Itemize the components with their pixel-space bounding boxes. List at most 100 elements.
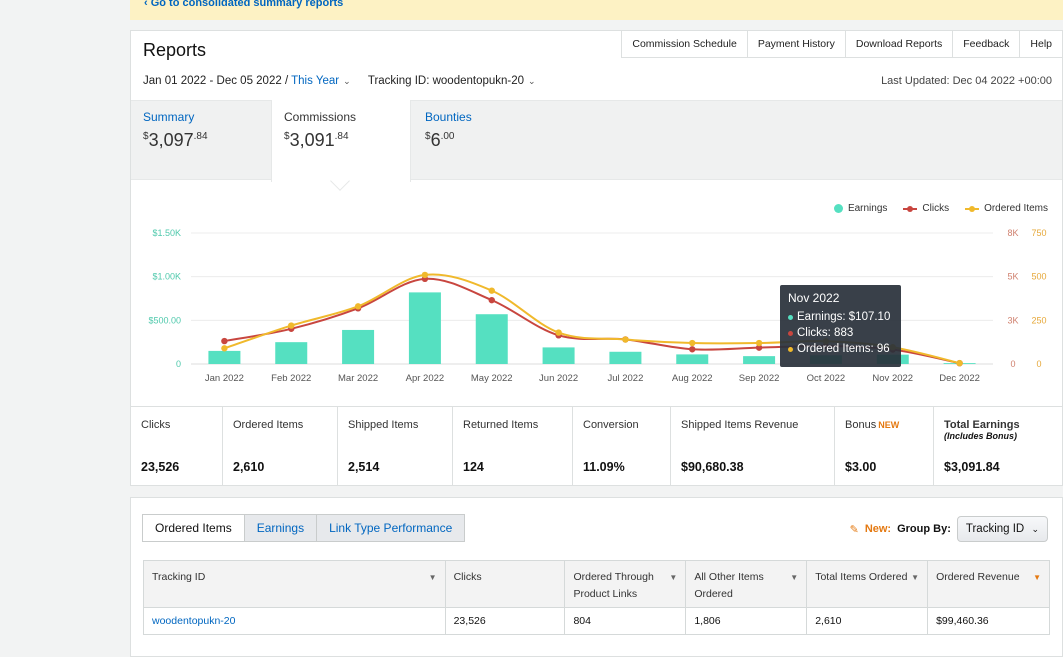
reports-card: Reports Commission Schedule Payment Hist… (130, 30, 1063, 486)
tab-bounties[interactable]: Bounties $6.00 (413, 100, 553, 182)
legend-ordered-items[interactable]: Ordered Items (965, 203, 1048, 214)
clicks-point (488, 296, 495, 304)
chart-tooltip: Nov 2022 Earnings: $107.10 Clicks: 883 O… (780, 285, 901, 367)
top-links: Commission Schedule Payment History Down… (621, 30, 1063, 58)
x-tick-label: Sep 2022 (739, 373, 780, 384)
detail-tabs: Ordered Items Earnings Link Type Perform… (142, 514, 466, 542)
cell-other-items: 1,806 (685, 607, 808, 635)
sort-arrow-icon: ▼ (790, 573, 799, 582)
tab-bounties-label: Bounties (425, 110, 472, 124)
x-tick-label: Dec 2022 (939, 373, 980, 384)
feedback-link[interactable]: Feedback (953, 30, 1021, 58)
x-tick-label: Apr 2022 (406, 373, 445, 384)
earnings-bar (475, 314, 508, 364)
tooltip-earnings: Earnings: $107.10 (788, 311, 893, 323)
x-tick-label: Jan 2022 (205, 373, 244, 384)
last-updated: Last Updated: Dec 04 2022 +00:00 (881, 75, 1052, 87)
payment-history-link[interactable]: Payment History (747, 30, 846, 58)
commission-schedule-link[interactable]: Commission Schedule (621, 30, 748, 58)
filter-row: Jan 01 2022 - Dec 05 2022 / This Year ⌄ T… (143, 75, 536, 87)
y-left-tick-label: 0 (176, 359, 181, 369)
tab-summary[interactable]: Summary $3,097.84 (131, 100, 271, 182)
ordered-items-point (956, 359, 963, 367)
cell-ordered-revenue: $99,460.36 (927, 607, 1050, 635)
metrics-row: Clicks 23,526 Ordered Items 2,610 Shipped … (131, 406, 1062, 486)
earnings-bar (676, 354, 709, 364)
ordered-items-point (755, 339, 763, 347)
tab-commissions[interactable]: Commissions $3,091.84 (271, 100, 411, 182)
legend-earnings[interactable]: Earnings (833, 203, 887, 214)
report-table: Tracking ID ▼ Clicks Ordered Through Prod… (143, 560, 1050, 635)
tab-commissions-label: Commissions (284, 110, 357, 124)
tracking-id-link[interactable]: woodentopukn-20 (152, 615, 235, 627)
col-total-items[interactable]: Total Items Ordered ▼ (806, 560, 929, 608)
earnings-chart[interactable]: 0 0 0 $500.00 3K 250 $1.00K 5K 500 $1.50K 8K 750 Jan… (131, 221, 1062, 391)
chevron-down-icon[interactable]: ⌄ (528, 76, 536, 86)
ordered-items-point (555, 329, 562, 336)
col-tracking-id[interactable]: Tracking ID ▼ (143, 560, 446, 608)
col-ordered-through[interactable]: Ordered Through Product Links ▼ (564, 560, 687, 608)
metric-returned-items: Returned Items 124 (453, 407, 573, 486)
y-right2-tick-label: 250 (1031, 315, 1046, 325)
sort-arrow-icon: ▼ (669, 573, 678, 582)
chart-legend: Earnings Clicks Ordered Items (833, 203, 1048, 214)
ordered-items-point (689, 339, 696, 347)
earnings-bar (275, 342, 308, 364)
tab-earnings[interactable]: Earnings (243, 514, 318, 542)
earnings-bar (609, 351, 642, 364)
tab-bounties-value: $6.00 (425, 130, 455, 150)
ordered-items-point (288, 322, 295, 329)
tooltip-title: Nov 2022 (788, 291, 840, 305)
new-badge: NEW (878, 420, 900, 430)
earnings-bar (408, 292, 441, 364)
x-tick-label: Mar 2022 (338, 373, 378, 384)
ordered-items-point (622, 336, 629, 343)
metric-total-earnings: Total Earnings (Includes Bonus) $3,091.8… (944, 419, 1020, 474)
tab-link-type-performance[interactable]: Link Type Performance (316, 514, 466, 542)
col-other-items[interactable]: All Other Items Ordered ▼ (685, 560, 808, 608)
detail-card: Ordered Items Earnings Link Type Perform… (130, 497, 1063, 657)
cell-clicks: 23,526 (444, 607, 566, 635)
y-right-tick-label: 0 (1010, 359, 1015, 369)
earnings-dot-icon (833, 204, 843, 213)
download-reports-link[interactable]: Download Reports (845, 30, 954, 58)
y-right-tick-label: 5K (1007, 272, 1018, 282)
earnings-bar (743, 356, 776, 364)
chevron-down-icon[interactable]: ⌄ (343, 76, 351, 86)
y-right-tick-label: 3K (1007, 315, 1018, 325)
ordered-line-icon (965, 204, 980, 213)
clicks-point (689, 346, 696, 353)
help-link[interactable]: Help (1020, 30, 1063, 58)
group-by-label: Group By: (897, 523, 951, 535)
tab-summary-label: Summary (143, 110, 195, 124)
metric-ordered-items: Ordered Items 2,610 (223, 407, 338, 486)
earnings-bar (342, 329, 375, 364)
metric-conversion: Conversion 11.09% (573, 407, 671, 486)
sort-arrow-icon: ▼ (1033, 573, 1041, 582)
col-ordered-revenue[interactable]: Ordered Revenue ▼ (927, 560, 1050, 608)
y-right2-tick-label: 750 (1031, 228, 1046, 238)
y-left-tick-label: $1.00K (152, 272, 181, 282)
x-tick-label: Jun 2022 (539, 373, 578, 384)
y-left-tick-label: $1.50K (152, 228, 181, 238)
date-preset-dropdown[interactable]: This Year (291, 75, 339, 87)
x-tick-label: May 2022 (471, 373, 513, 384)
earnings-bar (208, 350, 241, 364)
tab-ordered-items[interactable]: Ordered Items (142, 514, 245, 542)
group-new-label: New: (864, 523, 892, 535)
x-tick-label: Jul 2022 (607, 373, 643, 384)
ordered-items-point (221, 345, 228, 352)
legend-clicks[interactable]: Clicks (903, 203, 949, 214)
tooltip-clicks: Clicks: 883 (788, 327, 893, 339)
group-by-select[interactable]: Tracking ID ⌄ (956, 516, 1048, 542)
col-clicks[interactable]: Clicks (444, 560, 566, 608)
clicks-point (221, 337, 228, 345)
sort-arrow-icon: ▼ (428, 573, 437, 582)
group-by: ✎ New: Group By: Tracking ID ⌄ (850, 516, 1048, 542)
consolidated-reports-link[interactable]: ‹ Go to consolidated summary reports (144, 0, 343, 9)
tab-summary-value: $3,097.84 (143, 130, 208, 150)
tracking-id-dropdown[interactable]: woodentopukn-20 (433, 75, 524, 87)
page-title: Reports (143, 40, 207, 60)
metric-bonus: Bonus NEW $3.00 (835, 407, 934, 486)
y-right-tick-label: 8K (1007, 228, 1018, 238)
